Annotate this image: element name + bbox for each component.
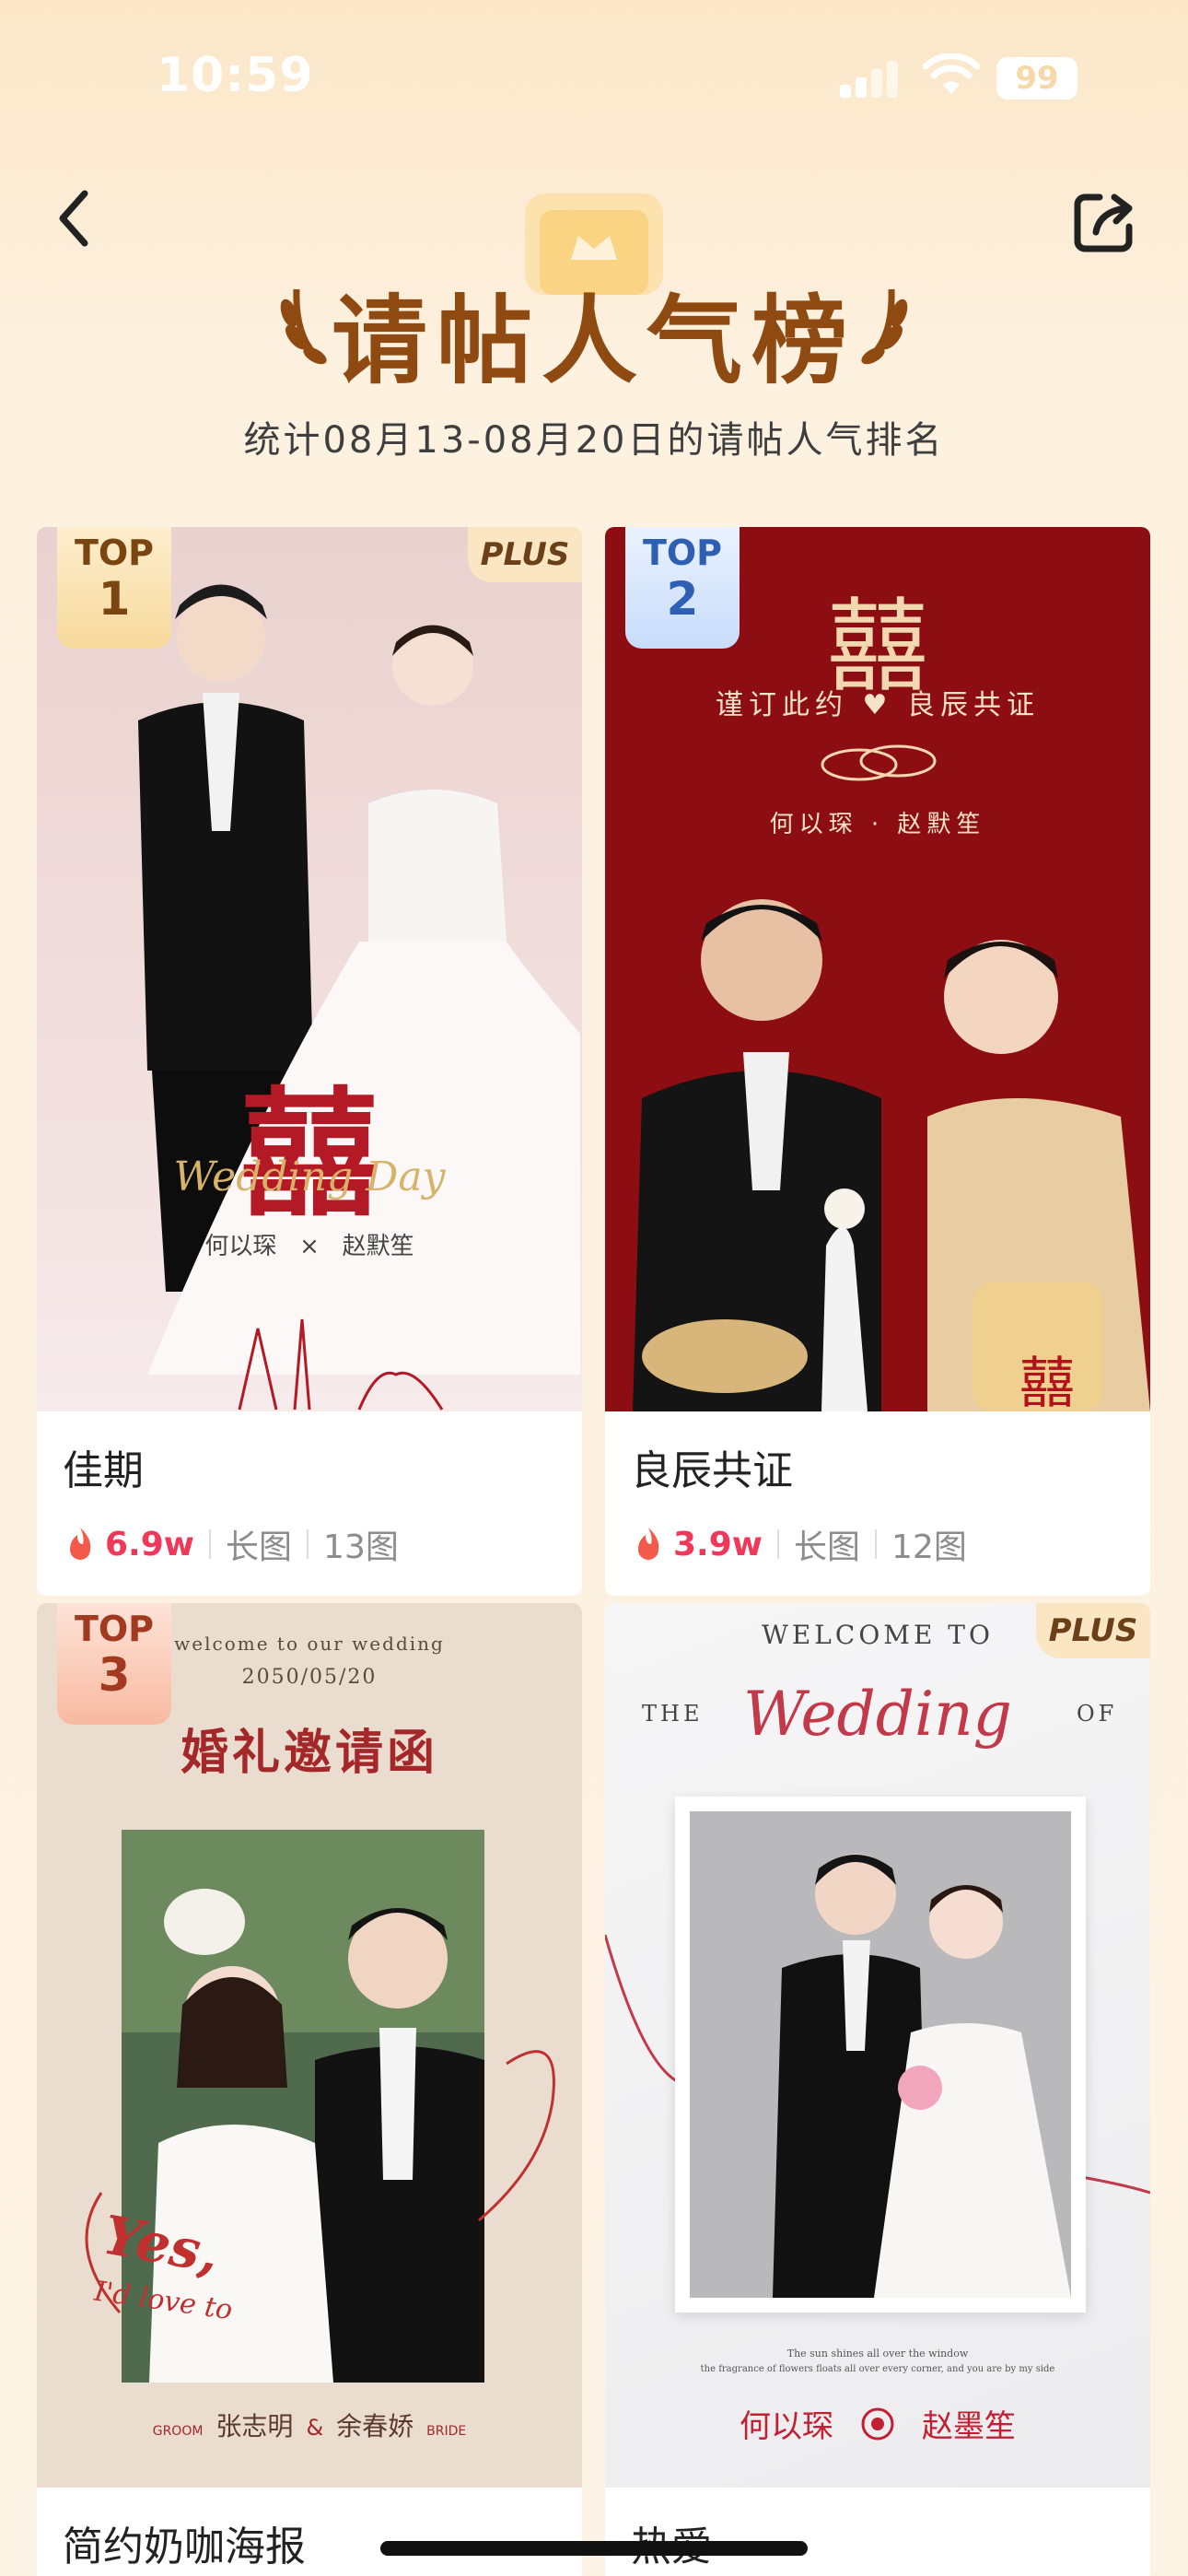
heat-count: 3.9w <box>673 1525 763 1563</box>
poster-line: 谨订此约 ♥ 良辰共证 <box>716 689 1040 721</box>
poster-script: Wedding Day <box>173 1153 446 1200</box>
battery-indicator: 99 <box>996 57 1077 100</box>
signal-icon <box>840 59 899 98</box>
poster-name-2: 赵墨笙 <box>922 2408 1016 2445</box>
rank-badge: TOP 2 <box>625 527 740 649</box>
emblem-icon <box>861 2407 894 2440</box>
image-count: 13图 <box>323 1528 399 1566</box>
template-card[interactable]: 囍 Wedding Day 何以琛 × 赵默笙 TOP 1 PLUS 佳期 6.… <box>37 527 582 1596</box>
card-meta: 6.9w 长图 13图 <box>63 1520 556 1568</box>
rings-icon <box>821 744 937 781</box>
flame-icon <box>638 1528 659 1560</box>
image-count: 12图 <box>891 1528 967 1566</box>
groom-name: 张志明 <box>215 2411 294 2441</box>
page-title: 请帖人气榜 <box>331 284 856 397</box>
poster-names: 何以琛 · 赵默笙 <box>769 811 986 838</box>
groom-label: GROOM <box>152 2424 204 2439</box>
wifi-icon <box>923 53 980 94</box>
plus-badge: PLUS <box>468 527 582 582</box>
double-happiness-symbol: 囍 <box>239 1073 379 1235</box>
template-card[interactable]: welcome to our wedding 2050/05/20 婚礼邀请函 … <box>37 1603 582 2576</box>
page-subtitle: 统计08月13-08月20日的请帖人气排名 <box>243 419 945 462</box>
ampersand: & <box>306 2415 324 2441</box>
card-meta: 3.9w 长图 12图 <box>631 1520 1124 1568</box>
poster-line-2: the fragrance of flowers floats all over… <box>700 2364 1055 2374</box>
poster-wedding-script: Wedding <box>743 1679 1012 1750</box>
card-poster: 囍 谨订此约 ♥ 良辰共证 何以琛 · 赵默笙 囍 <box>605 527 1150 1411</box>
poster-line-1: The sun shines all over the window <box>786 2348 969 2359</box>
card-poster: 囍 Wedding Day 何以琛 × 赵默笙 <box>37 527 582 1411</box>
card-poster: welcome to our wedding 2050/05/20 婚礼邀请函 … <box>37 1603 582 2488</box>
back-icon[interactable] <box>44 186 109 251</box>
poster-name-1: 何以琛 <box>740 2408 833 2445</box>
bride-name: 余春娇 <box>336 2411 414 2441</box>
card-poster: WELCOME TO THE Wedding OF The sun shines… <box>605 1603 1150 2488</box>
poster-of: OF <box>1077 1701 1118 1727</box>
share-icon[interactable] <box>1068 184 1142 258</box>
svg-text:囍: 囍 <box>1019 1352 1075 1411</box>
heat-count: 6.9w <box>105 1525 195 1563</box>
couple-photo <box>138 584 580 1375</box>
bride-label: BRIDE <box>426 2424 467 2439</box>
rank-badge: TOP 1 <box>57 527 171 649</box>
card-title: 良辰共证 <box>631 1447 793 1494</box>
couple-photo: 囍 <box>633 899 1150 1411</box>
home-indicator <box>380 2541 808 2556</box>
poster-names: 何以琛 × 赵默笙 <box>204 1233 414 1260</box>
rank-badge: TOP 3 <box>57 1603 171 1725</box>
status-bar: 10:59 99 <box>0 0 1188 157</box>
couple-photo <box>690 1811 1071 2298</box>
status-time: 10:59 <box>157 48 314 103</box>
flame-icon <box>70 1528 91 1560</box>
format-label: 长图 <box>794 1528 861 1566</box>
template-card[interactable]: WELCOME TO THE Wedding OF The sun shines… <box>605 1603 1150 2576</box>
couple-sketch-icon <box>238 1318 444 1411</box>
format-label: 长图 <box>226 1528 293 1566</box>
plus-badge: PLUS <box>1036 1603 1150 1658</box>
template-card[interactable]: 囍 谨订此约 ♥ 良辰共证 何以琛 · 赵默笙 囍 TOP 2 良辰共证 3.9… <box>605 527 1150 1596</box>
card-title: 佳期 <box>63 1447 144 1494</box>
